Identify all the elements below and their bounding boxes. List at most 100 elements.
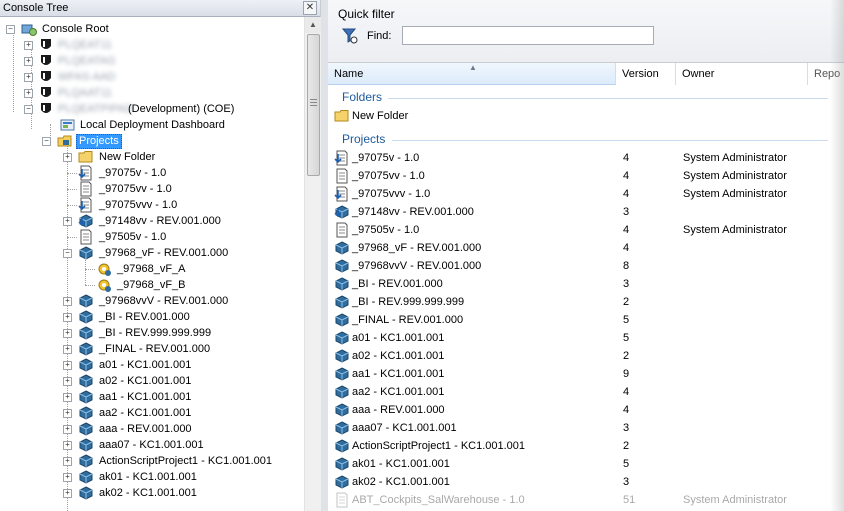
- tree-node-project[interactable]: + aa2 - KC1.001.001: [60, 405, 300, 421]
- table-row[interactable]: _BI - REV.001.000 3: [328, 275, 844, 293]
- expand-icon[interactable]: +: [24, 89, 33, 98]
- tree-node-project[interactable]: _97075vvv - 1.0: [60, 197, 300, 213]
- tree-node-dashboard[interactable]: Local Deployment Dashboard: [60, 117, 300, 133]
- tree-node-project[interactable]: + _BI - REV.999.999.999: [60, 325, 300, 341]
- expand-icon[interactable]: +: [63, 473, 72, 482]
- blue-cube-icon: [335, 349, 349, 363]
- tree-node-project[interactable]: + aaa07 - KC1.001.001: [60, 437, 300, 453]
- expand-icon[interactable]: +: [63, 345, 72, 354]
- expand-icon[interactable]: +: [63, 313, 72, 322]
- column-header-name[interactable]: Name ▲: [328, 63, 616, 85]
- tree-node-project[interactable]: + ActionScriptProject1 - KC1.001.001: [60, 453, 300, 469]
- expand-icon[interactable]: +: [63, 217, 72, 226]
- column-header-version[interactable]: Version: [616, 63, 676, 85]
- server-name: PLQEATPIPAD: [58, 103, 133, 115]
- find-input[interactable]: [402, 26, 654, 45]
- expand-icon[interactable]: +: [63, 153, 72, 162]
- tree-node-project[interactable]: + _97968vvV - REV.001.000: [60, 293, 300, 309]
- row-version: 4: [623, 404, 630, 416]
- table-row[interactable]: _FINAL - REV.001.000 5: [328, 311, 844, 329]
- tree-node-project[interactable]: _97968_vF_A: [78, 261, 304, 277]
- tree-node-project[interactable]: + _BI - REV.001.000: [60, 309, 300, 325]
- expand-icon[interactable]: +: [63, 329, 72, 338]
- tree-node-project[interactable]: _97968_vF_B: [78, 277, 304, 293]
- table-row[interactable]: aa1 - KC1.001.001 9: [328, 365, 844, 383]
- table-row[interactable]: _97075vvv - 1.0 4 System Administrator: [328, 185, 844, 203]
- table-row[interactable]: _97075v - 1.0 4 System Administrator: [328, 149, 844, 167]
- splitter[interactable]: [321, 0, 328, 511]
- dashboard-icon: [60, 119, 75, 131]
- expand-icon[interactable]: +: [63, 425, 72, 434]
- table-row[interactable]: _97148vv - REV.001.000 3: [328, 203, 844, 221]
- expand-icon[interactable]: +: [63, 489, 72, 498]
- tree-node-project[interactable]: + aa1 - KC1.001.001: [60, 389, 300, 405]
- tree-node-label: _97968_vF_B: [117, 279, 186, 291]
- collapse-icon[interactable]: −: [42, 137, 51, 146]
- tree-node-project[interactable]: + aaa - REV.001.000: [60, 421, 300, 437]
- server-name: PLQEAT11: [58, 39, 113, 51]
- table-row[interactable]: _BI - REV.999.999.999 2: [328, 293, 844, 311]
- tree-node-server[interactable]: + PLQEAT11: [24, 37, 224, 53]
- expand-icon[interactable]: +: [63, 361, 72, 370]
- tree-node-project[interactable]: _97075vv - 1.0: [60, 181, 300, 197]
- row-name: _97148vv - REV.001.000: [352, 206, 474, 218]
- scroll-thumb[interactable]: [307, 34, 320, 176]
- table-row[interactable]: ActionScriptProject1 - KC1.001.001 2: [328, 437, 844, 455]
- tree-node-project[interactable]: + ak01 - KC1.001.001: [60, 469, 300, 485]
- table-row[interactable]: _97505v - 1.0 4 System Administrator: [328, 221, 844, 239]
- table-row[interactable]: a02 - KC1.001.001 2: [328, 347, 844, 365]
- tree-scrollbar[interactable]: ▲: [304, 17, 321, 511]
- table-row[interactable]: _97968vvV - REV.001.000 8: [328, 257, 844, 275]
- server-shield-icon: [41, 87, 51, 97]
- expand-icon[interactable]: +: [63, 409, 72, 418]
- table-row[interactable]: a01 - KC1.001.001 5: [328, 329, 844, 347]
- scroll-up-icon[interactable]: ▲: [305, 17, 321, 33]
- column-header-owner[interactable]: Owner: [676, 63, 808, 85]
- tree-node-active-server[interactable]: − PLQEATPIPAD (Development) (COE): [24, 101, 304, 117]
- table-row[interactable]: _97968_vF - REV.001.000 4: [328, 239, 844, 257]
- collapse-icon[interactable]: −: [63, 249, 72, 258]
- row-version: 8: [623, 260, 630, 272]
- blue-cube-icon: [79, 422, 93, 436]
- table-row[interactable]: aaa07 - KC1.001.001 3: [328, 419, 844, 437]
- tree-node-project[interactable]: + ak02 - KC1.001.001: [60, 485, 300, 501]
- table-row[interactable]: ABT_Cockpits_SalWarehouse - 1.0 51 System …: [328, 491, 844, 509]
- tree-node-projects[interactable]: − Projects: [42, 133, 242, 149]
- blue-cube-icon: [79, 406, 93, 420]
- console-root-label: Console Root: [42, 23, 109, 35]
- row-name: ak02 - KC1.001.001: [352, 476, 450, 488]
- row-owner: System Administrator: [683, 188, 787, 200]
- list-item-folder[interactable]: New Folder: [328, 107, 844, 125]
- tree-node-project[interactable]: + _FINAL - REV.001.000: [60, 341, 300, 357]
- tree-node-project[interactable]: _97075v - 1.0: [60, 165, 300, 181]
- expand-icon[interactable]: +: [63, 457, 72, 466]
- tree-node-project[interactable]: + _97148vv - REV.001.000: [60, 213, 300, 229]
- collapse-icon[interactable]: −: [6, 25, 15, 34]
- tree-node-label: _97075vvv - 1.0: [99, 199, 178, 211]
- table-row[interactable]: ak01 - KC1.001.001 5: [328, 455, 844, 473]
- tree-node-console-root[interactable]: − Console Root: [6, 21, 286, 37]
- table-row[interactable]: aa2 - KC1.001.001 4: [328, 383, 844, 401]
- expand-icon[interactable]: +: [24, 57, 33, 66]
- tree-node-project[interactable]: + a02 - KC1.001.001: [60, 373, 300, 389]
- tree-node-server[interactable]: + WFAS-AAD: [24, 69, 224, 85]
- expand-icon[interactable]: +: [63, 393, 72, 402]
- expand-icon[interactable]: +: [24, 41, 33, 50]
- close-icon[interactable]: ✕: [303, 1, 317, 15]
- blue-cube-icon: [79, 294, 93, 308]
- tree-node-server[interactable]: + PLQAAT11: [24, 85, 224, 101]
- expand-icon[interactable]: +: [63, 441, 72, 450]
- table-row[interactable]: _97075vv - 1.0 4 System Administrator: [328, 167, 844, 185]
- tree-node-project[interactable]: + New Folder: [60, 149, 300, 165]
- table-row[interactable]: ak02 - KC1.001.001 3: [328, 473, 844, 491]
- expand-icon[interactable]: +: [63, 297, 72, 306]
- blue-cube-icon: [335, 367, 349, 381]
- collapse-icon[interactable]: −: [24, 105, 33, 114]
- expand-icon[interactable]: +: [63, 377, 72, 386]
- tree-node-project[interactable]: + a01 - KC1.001.001: [60, 357, 300, 373]
- tree-node-project[interactable]: − _97968_vF - REV.001.000: [60, 245, 300, 261]
- table-row[interactable]: aaa - REV.001.000 4: [328, 401, 844, 419]
- tree-node-project[interactable]: _97505v - 1.0: [60, 229, 300, 245]
- expand-icon[interactable]: +: [24, 73, 33, 82]
- tree-node-server[interactable]: + PLQEATAG: [24, 53, 224, 69]
